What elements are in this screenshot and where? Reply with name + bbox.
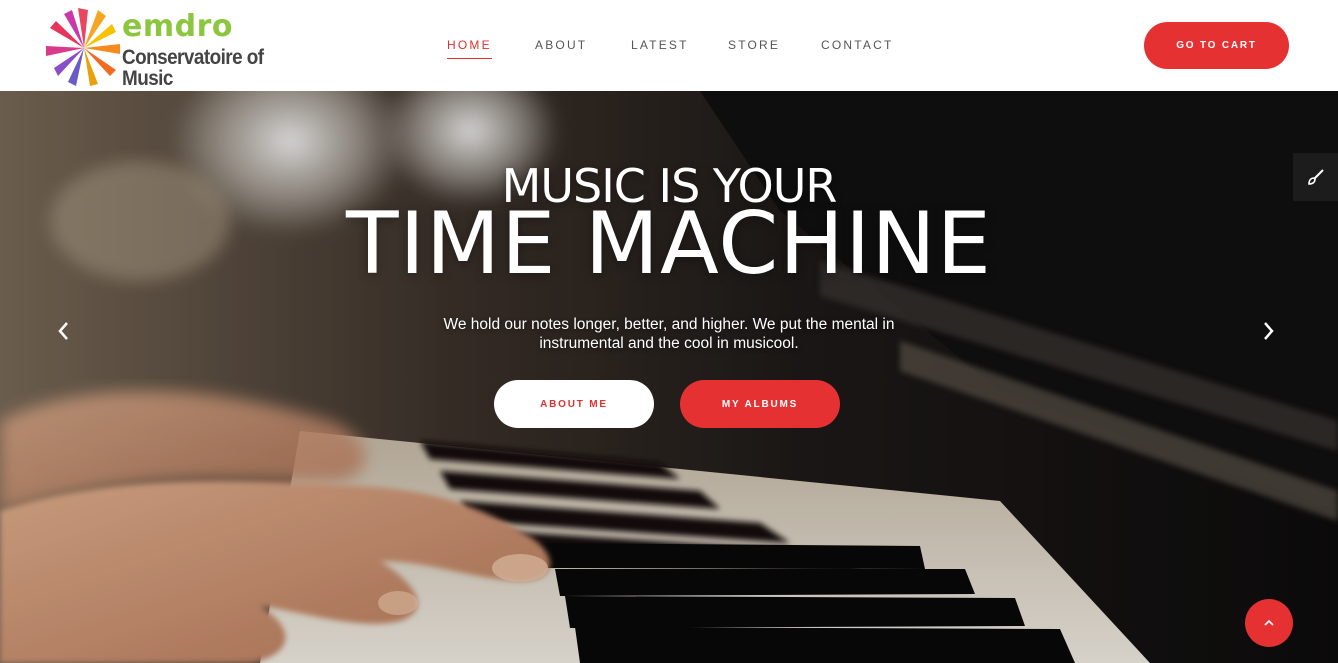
logo-burst-icon [46, 8, 120, 86]
hero-slider: MUSIC IS YOUR TIME MACHINE We hold our n… [0, 91, 1338, 663]
about-me-button[interactable]: ABOUT ME [494, 380, 654, 428]
nav-contact[interactable]: CONTACT [821, 38, 894, 52]
site-logo[interactable]: emdro Conservatoire of Music [42, 4, 332, 90]
my-albums-button[interactable]: MY ALBUMS [680, 380, 840, 428]
nav-latest[interactable]: LATEST [631, 38, 689, 52]
style-switcher-button[interactable] [1293, 153, 1338, 201]
site-header: emdro Conservatoire of Music HOME ABOUT … [0, 0, 1338, 91]
chevron-left-icon[interactable] [53, 320, 75, 342]
go-to-cart-button[interactable]: GO TO CART [1144, 22, 1289, 69]
chevron-up-icon [1264, 619, 1274, 626]
nav-store[interactable]: STORE [728, 38, 780, 52]
nav-about[interactable]: ABOUT [535, 38, 587, 52]
logo-name: emdro [122, 9, 233, 44]
brush-icon [1307, 169, 1324, 185]
hero-title-line2: TIME MACHINE [345, 194, 993, 294]
hero-description: We hold our notes longer, better, and hi… [443, 316, 895, 352]
nav-home[interactable]: HOME [447, 38, 492, 59]
logo-subtitle: Conservatoire of Music [122, 46, 264, 90]
scroll-to-top-button[interactable] [1245, 599, 1293, 647]
chevron-right-icon[interactable] [1257, 320, 1279, 342]
